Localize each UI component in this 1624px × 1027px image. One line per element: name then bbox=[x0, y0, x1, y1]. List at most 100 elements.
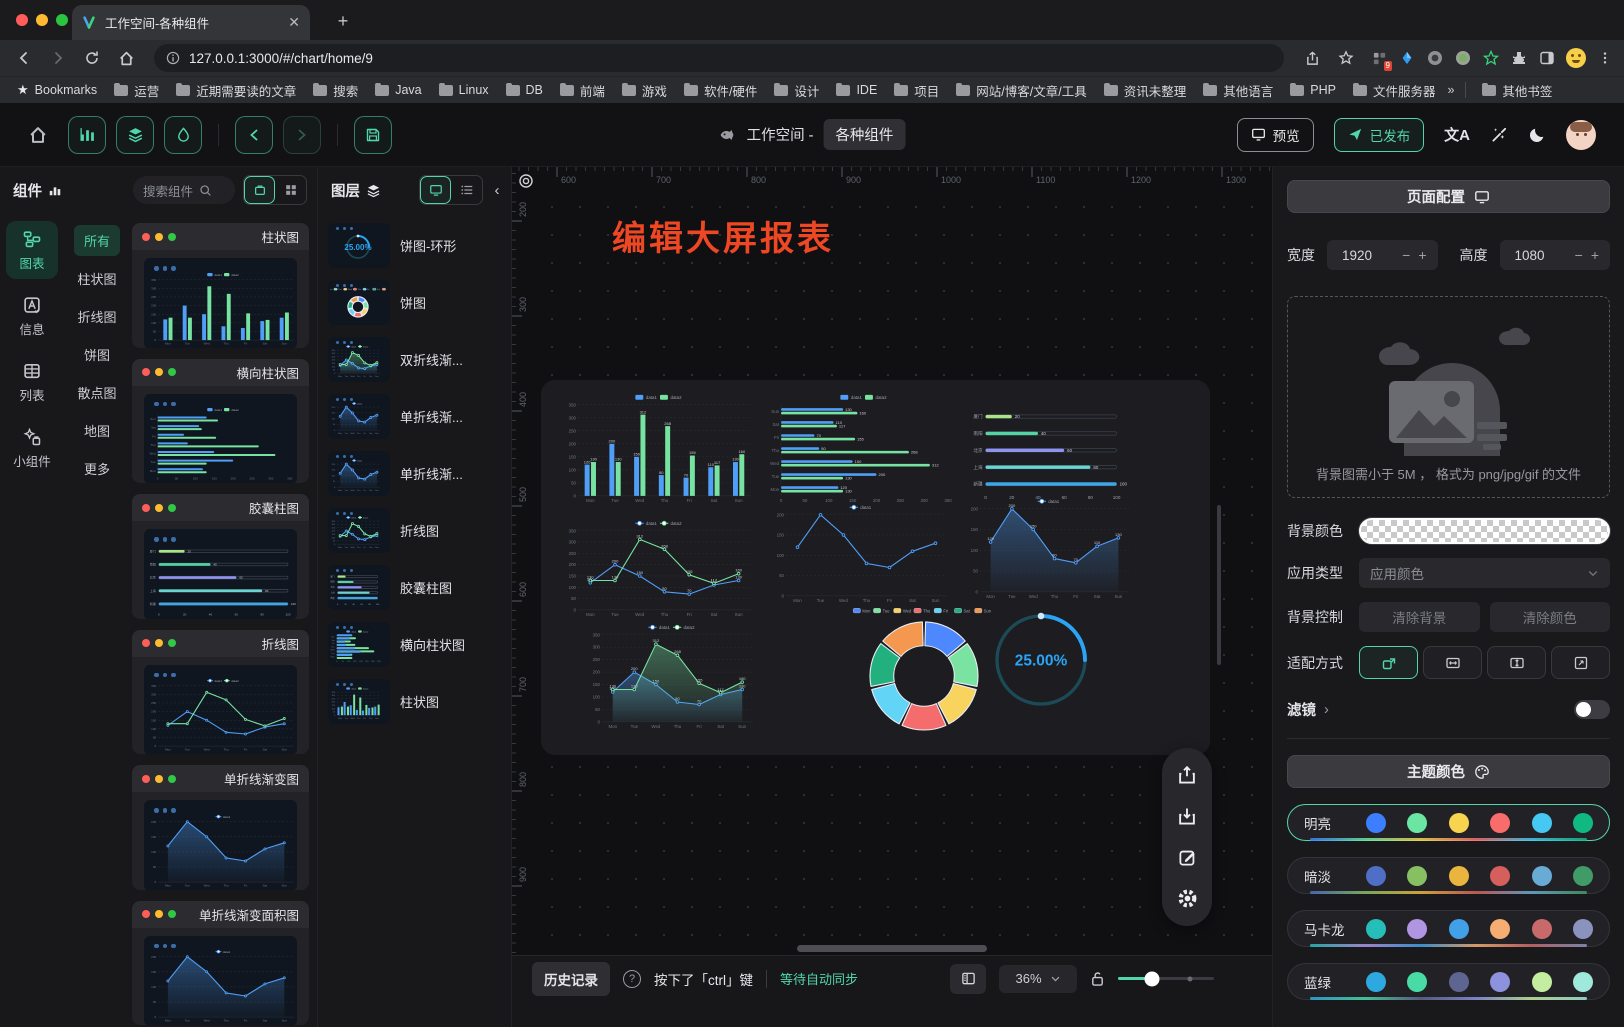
extension-star-icon[interactable] bbox=[1482, 49, 1500, 67]
puzzle-icon[interactable] bbox=[1510, 49, 1528, 67]
help-icon[interactable]: ? bbox=[623, 970, 641, 988]
category-item[interactable]: 折线图 bbox=[67, 301, 126, 332]
layer-item[interactable]: 050100150200250300350SunSatFriThuWedTueM… bbox=[328, 622, 503, 667]
component-card[interactable]: 折线图050100150200250300350MonTueWedThuFriS… bbox=[132, 630, 309, 755]
chart-group-board[interactable]: 050100150200250300350MonTueWedThuFriSatS… bbox=[541, 380, 1210, 755]
preview-button[interactable]: 预览 bbox=[1237, 118, 1314, 152]
bookmark-item[interactable]: 前端 bbox=[555, 81, 610, 100]
bg-color-swatch[interactable] bbox=[1359, 518, 1610, 544]
fit-scale-button[interactable] bbox=[1359, 646, 1418, 679]
layer-item[interactable]: 050100150200MonTueWedThuFriSatSundata1单折… bbox=[328, 394, 503, 439]
ruler-eye-icon[interactable] bbox=[515, 170, 536, 191]
bookmarks-manager[interactable]: ★ Bookmarks bbox=[12, 82, 102, 98]
vertical-scrollbar[interactable] bbox=[1217, 505, 1221, 665]
theme-row-蓝绿[interactable]: 蓝绿 bbox=[1287, 963, 1610, 1000]
bookmark-item[interactable]: 游戏 bbox=[617, 81, 672, 100]
sidebar-nav-widget[interactable]: 小组件 bbox=[6, 419, 58, 477]
width-value[interactable]: 1920 bbox=[1336, 248, 1396, 263]
browser-tab[interactable]: 工作空间-各种组件 ✕ bbox=[72, 5, 310, 40]
project-name-badge[interactable]: 各种组件 bbox=[823, 119, 905, 150]
category-item[interactable]: 地图 bbox=[74, 415, 120, 446]
height-increase-button[interactable]: + bbox=[1589, 247, 1601, 263]
background-upload-dropzone[interactable]: 背景图需小于 5M ， 格式为 png/jpg/gif 的文件 bbox=[1287, 296, 1610, 498]
address-bar[interactable]: 127.0.0.1:3000/#/chart/home/9 bbox=[154, 44, 1284, 72]
layer-item[interactable]: 厦门南阳北京上海新疆020406080100胶囊柱图 bbox=[328, 565, 503, 610]
width-increase-button[interactable]: + bbox=[1416, 247, 1428, 263]
charts-panel-toggle-button[interactable] bbox=[68, 116, 106, 154]
height-value[interactable]: 1080 bbox=[1509, 248, 1569, 263]
zoom-select[interactable]: 36% bbox=[999, 965, 1077, 993]
sidebar-toggle-icon[interactable] bbox=[1538, 49, 1556, 67]
single-view-button[interactable] bbox=[244, 176, 275, 204]
user-avatar[interactable] bbox=[1566, 120, 1596, 150]
fit-height-button[interactable] bbox=[1487, 646, 1546, 679]
reload-button[interactable] bbox=[78, 44, 106, 72]
bookmark-item[interactable]: Linux bbox=[434, 81, 494, 100]
canvas-chart-area[interactable]: 050100150200250300350MonTueWedThuFriSatS… bbox=[587, 622, 759, 732]
layer-item[interactable]: 050100150200250300350MonTueWedThuFriSatS… bbox=[328, 508, 503, 553]
canvas-chart-line[interactable]: 050100150200MonTueWedThuFriSatSundata1 bbox=[771, 502, 953, 606]
bookmark-item[interactable]: 网站/博客/文章/工具 bbox=[951, 81, 1091, 100]
canvas-chart-ring[interactable]: 25.00% bbox=[991, 610, 1091, 710]
back-button[interactable] bbox=[10, 44, 38, 72]
forward-button[interactable] bbox=[44, 44, 72, 72]
canvas-area[interactable]: 6007008009001000110012001300 20030040050… bbox=[512, 167, 1272, 1027]
layer-item[interactable]: 050100150200MonTueWedThuFriSatSundata1单折… bbox=[328, 451, 503, 496]
bookmark-item[interactable]: 软件/硬件 bbox=[679, 81, 762, 100]
layer-item[interactable]: 25.00%饼图-环形 bbox=[328, 223, 503, 268]
close-window-button[interactable] bbox=[16, 14, 28, 26]
layers-panel-toggle-button[interactable] bbox=[116, 116, 154, 154]
canvas-chart-area[interactable]: 050100150200MonTueWedThuFriSatSun1202001… bbox=[965, 496, 1135, 602]
bookmark-item[interactable]: 运营 bbox=[109, 81, 164, 100]
bookmark-item[interactable]: 资讯未整理 bbox=[1099, 81, 1192, 100]
theme-row-暗淡[interactable]: 暗淡 bbox=[1287, 857, 1610, 894]
history-button[interactable]: 历史记录 bbox=[532, 962, 610, 996]
site-info-icon[interactable] bbox=[166, 51, 180, 65]
bookmark-item[interactable]: 项目 bbox=[889, 81, 944, 100]
height-stepper[interactable]: 1080 − + bbox=[1500, 240, 1611, 270]
height-decrease-button[interactable]: − bbox=[1573, 247, 1585, 263]
canvas-title-text[interactable]: 编辑大屏报表 bbox=[612, 211, 834, 260]
fit-stretch-button[interactable] bbox=[1551, 646, 1610, 679]
window-controls[interactable] bbox=[16, 14, 68, 26]
extension-kite-icon[interactable] bbox=[1398, 49, 1416, 67]
category-item[interactable]: 饼图 bbox=[74, 339, 120, 370]
canvas-chart-hbar[interactable]: 050100150200250300350Sun130160Sat110117F… bbox=[767, 392, 963, 506]
undo-button[interactable] bbox=[235, 116, 273, 154]
layers-thumbnail-view-button[interactable] bbox=[420, 176, 451, 204]
bookmark-star-icon[interactable] bbox=[1332, 44, 1360, 72]
width-stepper[interactable]: 1920 − + bbox=[1327, 240, 1438, 270]
details-panel-toggle-button[interactable] bbox=[164, 116, 202, 154]
edit-icon[interactable] bbox=[1172, 843, 1202, 873]
component-card[interactable]: 单折线渐变面积图050100150200MonTueWedThuFriSatSu… bbox=[132, 901, 309, 1026]
search-input[interactable]: 搜索组件 bbox=[133, 176, 235, 204]
filter-expand-chevron[interactable]: › bbox=[1324, 702, 1329, 718]
component-card[interactable]: 胶囊柱图厦门20南阳40北京60上海80新疆100020406080100 bbox=[132, 494, 309, 619]
minimize-window-button[interactable] bbox=[36, 14, 48, 26]
category-item[interactable]: 散点图 bbox=[67, 377, 126, 408]
component-card[interactable]: 柱状图050100150200250300350MonTueWedThuFriS… bbox=[132, 223, 309, 348]
bookmark-item[interactable]: 设计 bbox=[769, 81, 824, 100]
clear-color-button[interactable]: 清除颜色 bbox=[1490, 602, 1611, 632]
app-home-icon[interactable] bbox=[28, 125, 48, 145]
layers-list-view-button[interactable] bbox=[451, 176, 482, 204]
canvas-chart-capsule[interactable]: 厦门20南阳40北京60上海80新疆100020406080100 bbox=[969, 404, 1135, 504]
language-switch-icon[interactable]: 文A bbox=[1444, 124, 1470, 145]
bookmark-item[interactable]: DB bbox=[501, 81, 548, 100]
canvas-chart-line[interactable]: 050100150200250300350MonTueWedThuFriSatS… bbox=[563, 518, 757, 620]
redo-button[interactable] bbox=[283, 116, 321, 154]
component-card[interactable]: 横向柱状图050100150200250300350SunSatFriThuWe… bbox=[132, 359, 309, 484]
theme-row-明亮[interactable]: 明亮 bbox=[1287, 804, 1610, 841]
download-icon[interactable] bbox=[1172, 801, 1202, 831]
new-tab-button[interactable]: + bbox=[330, 8, 356, 34]
browser-menu-icon[interactable] bbox=[1596, 49, 1614, 67]
magic-wand-icon[interactable] bbox=[1490, 126, 1508, 144]
extension-circle-dark-icon[interactable] bbox=[1426, 49, 1444, 67]
sidebar-nav-info[interactable]: 信息 bbox=[6, 287, 58, 345]
layer-item[interactable]: MonTueWedThuFriSatSun饼图 bbox=[328, 280, 503, 325]
grid-view-button[interactable] bbox=[275, 176, 306, 204]
component-card[interactable]: 单折线渐变图050100150200MonTueWedThuFriSatSund… bbox=[132, 765, 309, 890]
bookmark-item[interactable]: 其他语言 bbox=[1198, 81, 1278, 100]
zoom-slider-knob[interactable] bbox=[1144, 971, 1159, 986]
canvas-chart-bar[interactable]: 050100150200250300350MonTueWedThuFriSatS… bbox=[563, 392, 757, 506]
